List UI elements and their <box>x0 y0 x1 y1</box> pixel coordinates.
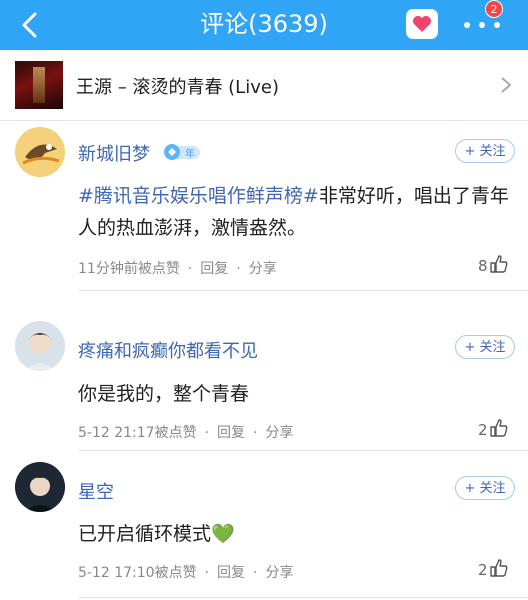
like-count: 8 <box>478 257 488 275</box>
heart-icon <box>413 16 431 32</box>
avatar[interactable] <box>15 127 65 177</box>
comment-text: #腾讯音乐娱乐唱作鲜声榜#非常好听，唱出了青年人的热血澎湃，激情盎然。 <box>78 180 518 244</box>
chevron-right-icon <box>501 77 512 93</box>
reply-button[interactable]: 回复 <box>200 261 228 277</box>
follow-button[interactable]: + 关注 <box>455 139 515 163</box>
divider <box>78 597 528 598</box>
thumbs-up-icon <box>490 419 508 437</box>
comment-text: 你是我的，整个青春 <box>78 383 250 405</box>
username[interactable]: 新城旧梦 <box>78 140 150 166</box>
song-row[interactable]: 王源 – 滚烫的青春 (Live) <box>0 50 528 121</box>
avatar[interactable] <box>15 462 65 512</box>
reply-button[interactable]: 回复 <box>217 425 245 441</box>
share-button[interactable]: 分享 <box>265 565 293 581</box>
username[interactable]: 疼痛和疯癫你都看不见 <box>78 337 258 363</box>
like-button[interactable]: 2 <box>478 419 508 439</box>
like-button[interactable]: 8 <box>478 255 508 275</box>
comment-item: 星空 + 关注 已开启循环模式💚 5-12 17:10被点赞 · 回复 · 分享 2 <box>0 452 528 600</box>
hashtag-link[interactable]: #腾讯音乐娱乐唱作鲜声榜# <box>78 185 319 207</box>
share-button[interactable]: 分享 <box>265 425 293 441</box>
follow-button[interactable]: + 关注 <box>455 476 515 500</box>
notification-badge: 2 <box>485 0 503 18</box>
comment-item: 新城旧梦 年 + 关注 #腾讯音乐娱乐唱作鲜声榜#非常好听，唱出了青年人的热血澎… <box>0 121 528 291</box>
comment-time: 5-12 21:17被点赞 <box>78 425 197 441</box>
comment-item: 疼痛和疯癫你都看不见 + 关注 你是我的，整个青春 5-12 21:17被点赞 ·… <box>0 311 528 451</box>
top-bar: 评论(3639) 2 <box>0 0 528 50</box>
follow-button[interactable]: + 关注 <box>455 335 515 359</box>
comment-time: 11分钟前被点赞 <box>78 261 180 277</box>
album-cover <box>15 61 63 109</box>
divider <box>78 290 528 291</box>
thumbs-up-icon <box>490 559 508 577</box>
divider <box>78 450 528 451</box>
comment-meta: 11分钟前被点赞 · 回复 · 分享 <box>78 261 277 277</box>
username[interactable]: 星空 <box>78 478 114 504</box>
page-title: 评论(3639) <box>200 10 328 38</box>
reply-button[interactable]: 回复 <box>217 565 245 581</box>
share-button[interactable]: 分享 <box>249 261 277 277</box>
like-count: 2 <box>478 421 488 439</box>
comment-meta: 5-12 21:17被点赞 · 回复 · 分享 <box>78 425 294 441</box>
like-button[interactable]: 2 <box>478 559 508 579</box>
comment-time: 5-12 17:10被点赞 <box>78 565 197 581</box>
like-count: 2 <box>478 561 488 579</box>
comment-meta: 5-12 17:10被点赞 · 回复 · 分享 <box>78 565 294 581</box>
thumbs-up-icon <box>490 255 508 273</box>
comment-text: 已开启循环模式💚 <box>78 523 235 545</box>
favorite-button[interactable] <box>406 9 438 39</box>
avatar[interactable] <box>15 321 65 371</box>
vip-label: 年 <box>185 149 195 160</box>
vip-badge: 年 <box>162 143 202 161</box>
song-title: 王源 – 滚烫的青春 (Live) <box>76 77 279 98</box>
